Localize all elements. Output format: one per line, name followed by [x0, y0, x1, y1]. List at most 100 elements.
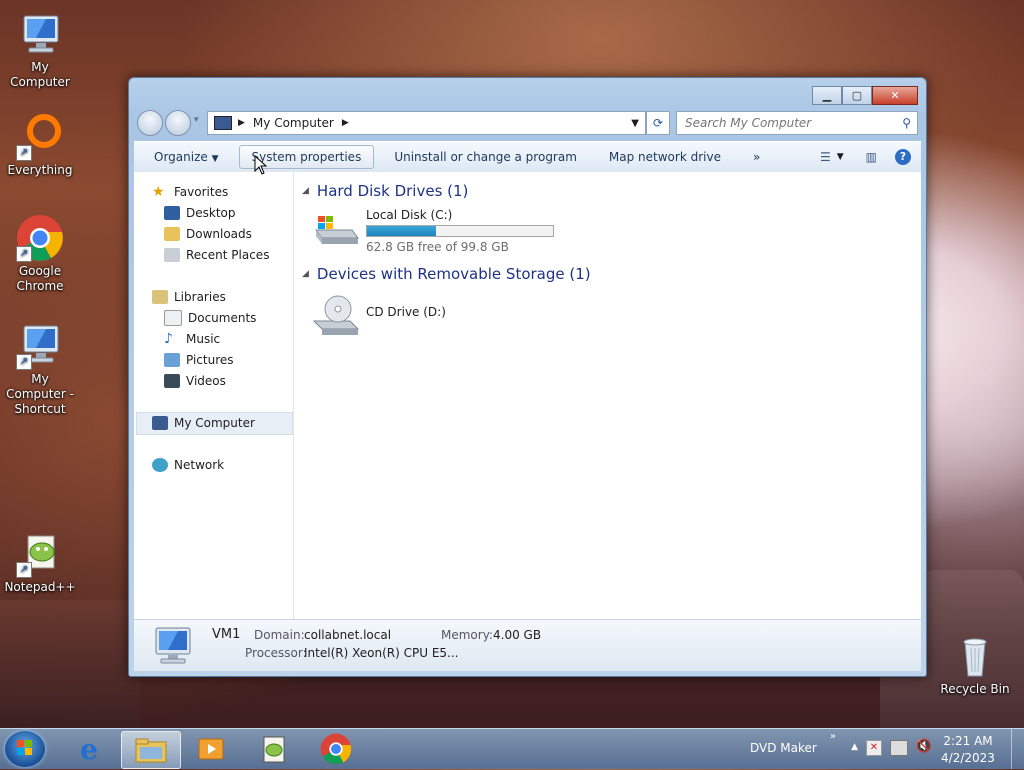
clock-date[interactable]: 4/2/2023 [938, 751, 998, 765]
content-area: ★ Favorites Desktop Downloads Recent Pla… [134, 172, 921, 619]
sidebar-item-videos[interactable]: Videos [164, 371, 226, 391]
uninstall-program-button[interactable]: Uninstall or change a program [382, 146, 589, 168]
details-pane: VM1 Domain: collabnet.local Memory: 4.00… [134, 619, 921, 671]
sidebar-item-my-computer[interactable]: My Computer [152, 413, 255, 433]
help-icon[interactable]: ? [895, 149, 911, 165]
recent-pages-chevron-icon[interactable]: ▾ [194, 115, 199, 125]
breadcrumb-separator-icon[interactable]: ▶ [342, 118, 349, 128]
preview-pane-icon[interactable]: ▥ [866, 150, 877, 164]
more-commands-button[interactable]: » [741, 146, 772, 168]
drive-name: CD Drive (D:) [366, 305, 446, 319]
sidebar-item-downloads[interactable]: Downloads [164, 224, 252, 244]
network-status-icon[interactable] [890, 740, 908, 756]
drive-free-space: 62.8 GB free of 99.8 GB [366, 240, 509, 254]
internet-explorer-icon: e [80, 732, 98, 766]
explorer-window[interactable]: ▁ ▢ ✕ ▾ ▶ My Computer ▶ ▼ ⟳ ⚲ Organize ▼… [128, 77, 927, 677]
notepad-plus-plus-icon [263, 736, 285, 763]
drive-usage-bar [366, 225, 554, 237]
sidebar-item-recent-places[interactable]: Recent Places [164, 245, 269, 265]
close-icon[interactable]: ✕ [872, 86, 918, 105]
group-header-removable-storage[interactable]: ◢ Devices with Removable Storage (1) [302, 265, 591, 283]
caption-buttons: ▁ ▢ ✕ [812, 86, 918, 105]
shortcut-arrow-icon: ↗ [16, 246, 32, 262]
desktop-icon-my-computer[interactable]: My Computer [0, 10, 80, 90]
sidebar-item-label: Documents [188, 311, 257, 325]
shortcut-arrow-icon: ↗ [16, 354, 32, 370]
star-icon: ★ [152, 184, 165, 200]
search-input[interactable] [683, 115, 887, 131]
toolbar-expand-icon[interactable]: » [830, 731, 836, 742]
command-bar: Organize ▼ System properties Uninstall o… [134, 141, 921, 173]
desktop-icon-label: Recycle Bin [940, 682, 1010, 696]
computer-icon [152, 626, 196, 669]
taskbar-internet-explorer[interactable]: e [60, 731, 118, 767]
sidebar-item-label: Favorites [174, 185, 229, 199]
action-center-icon[interactable]: ✕ [866, 740, 882, 756]
maximize-icon[interactable]: ▢ [842, 86, 872, 105]
file-list: ◢ Hard Disk Drives (1) Local Disk (C:) 6… [294, 172, 921, 619]
desktop-icon-google-chrome[interactable]: ↗ Google Chrome [0, 214, 80, 294]
show-hidden-icons-icon[interactable]: ▲ [851, 742, 858, 752]
desktop-icon-notepad-plus-plus[interactable]: ↗ Notepad++ [0, 530, 80, 595]
drive-usage-fill [367, 226, 436, 236]
sidebar-item-favorites[interactable]: ★ Favorites [152, 182, 228, 202]
processor-value: Intel(R) Xeon(R) CPU E5... [304, 646, 459, 660]
show-desktop-button[interactable] [1011, 729, 1024, 769]
chevron-down-icon: ▼ [211, 154, 219, 164]
refresh-icon[interactable]: ⟳ [646, 111, 670, 135]
navigation-pane: ★ Favorites Desktop Downloads Recent Pla… [134, 172, 294, 619]
folder-icon [135, 738, 167, 763]
wallpaper-rock [0, 600, 140, 730]
minimize-icon[interactable]: ▁ [812, 86, 842, 105]
taskbar-notepad-plus-plus[interactable] [245, 731, 303, 767]
libraries-icon [152, 290, 168, 304]
address-bar[interactable]: ▶ My Computer ▶ ▼ [207, 111, 646, 135]
mouse-cursor-icon [254, 155, 268, 175]
chevron-down-icon[interactable]: ▼ [837, 152, 844, 162]
back-button[interactable] [137, 110, 163, 136]
taskbar-windows-explorer[interactable] [121, 731, 181, 769]
domain-value: collabnet.local [304, 628, 392, 642]
computer-icon [152, 416, 168, 430]
sidebar-item-network[interactable]: Network [152, 455, 224, 475]
start-button[interactable] [5, 731, 45, 767]
taskbar: e DVD Maker » ▲ ✕ 🔇 2:21 AM 4/2/2023 [0, 728, 1024, 769]
taskbar-media-player[interactable] [182, 731, 240, 767]
sidebar-item-pictures[interactable]: Pictures [164, 350, 234, 370]
desktop-icon [164, 206, 180, 220]
volume-muted-icon[interactable]: 🔇 [916, 739, 932, 754]
network-icon [152, 458, 168, 472]
forward-button[interactable] [165, 110, 191, 136]
documents-icon [164, 310, 182, 326]
taskbar-google-chrome[interactable] [307, 731, 365, 767]
breadcrumb-my-computer[interactable]: My Computer [253, 116, 334, 130]
group-header-hard-disk-drives[interactable]: ◢ Hard Disk Drives (1) [302, 182, 468, 200]
view-options-icon[interactable]: ☰ [820, 150, 831, 164]
search-box[interactable]: ⚲ [676, 111, 918, 135]
desktop-icon-label: Everything [7, 163, 73, 177]
desktop-icon-label: Notepad++ [4, 580, 76, 594]
desktop-icon-everything[interactable]: ↗ Everything [0, 113, 80, 178]
tray-toolbar-dvd-maker[interactable]: DVD Maker [750, 741, 820, 755]
recycle-bin-icon [951, 632, 999, 680]
search-icon[interactable]: ⚲ [902, 116, 911, 130]
sidebar-item-libraries[interactable]: Libraries [152, 287, 226, 307]
map-network-drive-button[interactable]: Map network drive [597, 146, 733, 168]
desktop-icon-recycle-bin[interactable]: Recycle Bin [935, 632, 1015, 697]
sidebar-item-music[interactable]: ♪ Music [164, 329, 220, 349]
windows-drive-icon [312, 208, 360, 248]
chrome-icon [320, 733, 352, 765]
drive-cd-drive-d[interactable]: CD Drive (D:) [312, 293, 446, 335]
downloads-folder-icon [164, 227, 180, 241]
drive-local-disk-c[interactable]: Local Disk (C:) 62.8 GB free of 99.8 GB [312, 208, 554, 254]
sidebar-item-documents[interactable]: Documents [164, 308, 256, 328]
organize-button[interactable]: Organize ▼ [142, 146, 231, 168]
sidebar-item-label: Desktop [186, 206, 236, 220]
notepad-plus-plus-icon: ↗ [16, 530, 64, 578]
breadcrumb-separator-icon[interactable]: ▶ [238, 118, 245, 128]
address-dropdown-icon[interactable]: ▼ [631, 118, 639, 129]
clock-time[interactable]: 2:21 AM [938, 734, 998, 748]
organize-label: Organize [154, 150, 208, 164]
sidebar-item-desktop[interactable]: Desktop [164, 203, 236, 223]
desktop-icon-my-computer-shortcut[interactable]: ↗ My Computer - Shortcut [0, 322, 80, 417]
